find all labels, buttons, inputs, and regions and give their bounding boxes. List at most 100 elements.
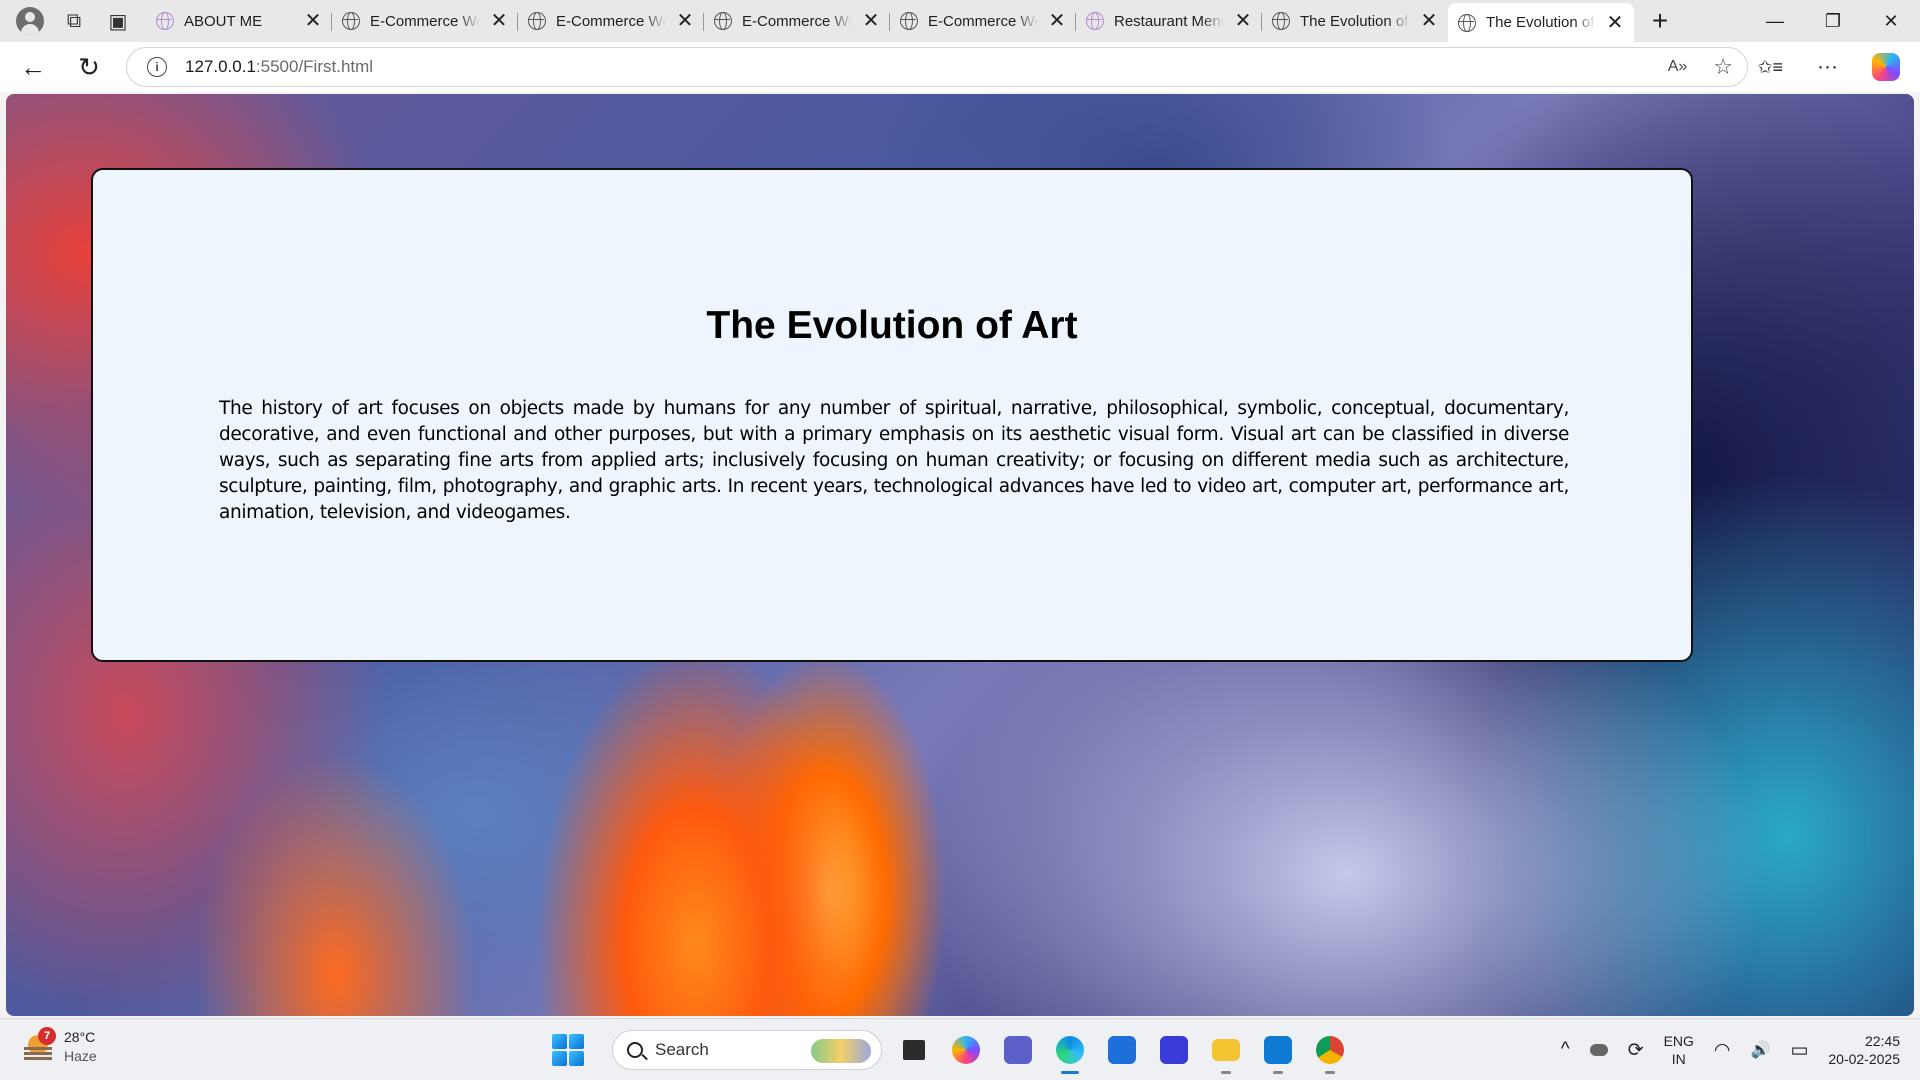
windows-logo-tile	[552, 1051, 567, 1066]
start-button[interactable]	[552, 1034, 584, 1066]
tab-title: E-Commerce Website	[556, 12, 666, 30]
more-menu-icon[interactable]: ···	[1817, 55, 1838, 79]
search-icon	[627, 1042, 643, 1058]
clock[interactable]: 22:45 20-02-2025	[1828, 1032, 1900, 1068]
minimize-button[interactable]: —	[1746, 0, 1804, 42]
close-window-button[interactable]: ✕	[1862, 0, 1920, 42]
url-host: 127.0.0.1	[185, 57, 256, 76]
browser-toolbar: ← ↻ i 127.0.0.1:5500/First.html A» ☆ ✩≡ …	[0, 42, 1920, 92]
read-aloud-icon[interactable]: A»	[1668, 58, 1688, 76]
task-view-icon	[903, 1040, 925, 1060]
battery-icon[interactable]: ▭	[1790, 1039, 1808, 1062]
back-button[interactable]: ←	[12, 48, 54, 86]
close-icon[interactable]: ✕	[1606, 13, 1624, 33]
tab-strip-left-controls: ⧉ ▣	[0, 0, 138, 42]
tab-title: ABOUT ME	[184, 12, 263, 30]
tab-list: ABOUT ME ✕ E-Commerce Website ✕ E-Commer…	[146, 0, 1634, 42]
running-indicator	[1221, 1071, 1231, 1074]
chrome-icon	[1316, 1036, 1344, 1064]
globe-icon	[1272, 12, 1290, 30]
weather-text: 28°C Haze	[64, 1028, 97, 1066]
vscode-app[interactable]	[1258, 1030, 1298, 1074]
task-view-app[interactable]	[894, 1030, 934, 1070]
profile-avatar-icon	[16, 7, 44, 35]
chevron-up-icon[interactable]: ^	[1561, 1039, 1570, 1061]
new-tab-button[interactable]: +	[1640, 4, 1680, 38]
site-info-icon[interactable]: i	[147, 57, 167, 77]
tab-actions-button[interactable]: ▣	[98, 4, 138, 38]
tab-title: E-Commerce Website	[742, 12, 852, 30]
code-editor-app[interactable]	[1154, 1030, 1194, 1070]
favorite-star-icon[interactable]: ☆	[1713, 54, 1733, 80]
tab-ecommerce-4[interactable]: E-Commerce Website ✕	[890, 3, 1076, 39]
url-text[interactable]: 127.0.0.1:5500/First.html	[185, 57, 373, 77]
clock-date: 20-02-2025	[1828, 1051, 1900, 1067]
taskbar-apps: Search	[552, 1027, 1350, 1074]
content-card: The Evolution of Art The history of art …	[91, 168, 1693, 662]
globe-icon	[714, 12, 732, 30]
teams-app[interactable]	[998, 1030, 1038, 1070]
search-placeholder: Search	[655, 1040, 709, 1059]
code-icon	[1086, 12, 1104, 30]
weather-temp: 28°C	[64, 1029, 96, 1045]
cloud-status-icon[interactable]	[1589, 1044, 1608, 1056]
profile-button[interactable]	[10, 4, 50, 38]
sync-icon[interactable]: ⟳	[1628, 1039, 1644, 1062]
browser-tab-strip: ⧉ ▣ ABOUT ME ✕ E-Commerce Website ✕ E-Co…	[0, 0, 1920, 42]
web-page-viewport: The Evolution of Art The history of art …	[6, 94, 1914, 1016]
language-code: ENG	[1663, 1033, 1694, 1049]
workspaces-icon: ⧉	[66, 9, 82, 32]
copilot-icon[interactable]	[1872, 53, 1900, 81]
code-editor-icon	[1160, 1036, 1188, 1064]
close-icon[interactable]: ✕	[676, 11, 694, 31]
weather-widget[interactable]: 7 28°C Haze	[22, 1027, 97, 1066]
tab-actions-icon: ▣	[108, 10, 128, 33]
tab-about-me[interactable]: ABOUT ME ✕	[146, 3, 332, 39]
chrome-app[interactable]	[1310, 1030, 1350, 1074]
volume-icon[interactable]: 🔊	[1751, 1040, 1771, 1060]
tab-title: E-Commerce Website	[928, 12, 1038, 30]
toolbar-right: ✩≡ ···	[1757, 48, 1900, 86]
teams-icon	[1004, 1036, 1032, 1064]
workspaces-button[interactable]: ⧉	[54, 4, 94, 38]
tab-restaurant-menu[interactable]: Restaurant Menu ✕	[1076, 3, 1262, 39]
tab-ecommerce-2[interactable]: E-Commerce Website ✕	[518, 3, 704, 39]
language-region: IN	[1671, 1051, 1686, 1067]
running-indicator	[1273, 1071, 1283, 1074]
tab-title: Restaurant Menu	[1114, 12, 1224, 30]
folder-icon	[1212, 1039, 1240, 1061]
address-bar[interactable]: i 127.0.0.1:5500/First.html A» ☆	[126, 47, 1748, 87]
windows-logo-tile	[569, 1051, 584, 1066]
store-app[interactable]	[1102, 1030, 1142, 1070]
page-paragraph: The history of art focuses on objects ma…	[219, 398, 1569, 523]
refresh-button[interactable]: ↻	[68, 48, 110, 86]
tab-ecommerce-1[interactable]: E-Commerce Website ✕	[332, 3, 518, 39]
close-icon[interactable]: ✕	[1420, 11, 1438, 31]
close-icon[interactable]: ✕	[862, 11, 880, 31]
file-explorer-app[interactable]	[1206, 1030, 1246, 1074]
favorites-icon[interactable]: ✩≡	[1757, 57, 1783, 78]
restore-button[interactable]: ❐	[1804, 0, 1862, 42]
tab-title: E-Commerce Website	[370, 12, 480, 30]
search-highlight-icon	[811, 1039, 871, 1063]
windows-logo-tile	[569, 1034, 584, 1049]
clock-time: 22:45	[1864, 1033, 1900, 1049]
tab-evolution-of-art-active[interactable]: The Evolution of Art ✕	[1448, 3, 1634, 42]
tab-ecommerce-3[interactable]: E-Commerce Website ✕	[704, 3, 890, 39]
close-icon[interactable]: ✕	[490, 11, 508, 31]
vscode-icon	[1264, 1036, 1292, 1064]
running-indicator	[1061, 1071, 1079, 1074]
wifi-icon[interactable]: ◠	[1714, 1039, 1731, 1062]
close-icon[interactable]: ✕	[304, 11, 322, 31]
globe-icon	[342, 12, 360, 30]
close-icon[interactable]: ✕	[1234, 11, 1252, 31]
taskbar-search[interactable]: Search	[612, 1030, 882, 1070]
close-icon[interactable]: ✕	[1048, 11, 1066, 31]
edge-icon	[1056, 1036, 1084, 1064]
edge-app[interactable]	[1050, 1030, 1090, 1074]
copilot-app[interactable]	[946, 1030, 986, 1070]
globe-icon	[900, 12, 918, 30]
language-indicator[interactable]: ENG IN	[1664, 1032, 1694, 1068]
url-path: :5500/First.html	[255, 57, 374, 76]
tab-evolution-of-art-1[interactable]: The Evolution of Art ✕	[1262, 3, 1448, 39]
